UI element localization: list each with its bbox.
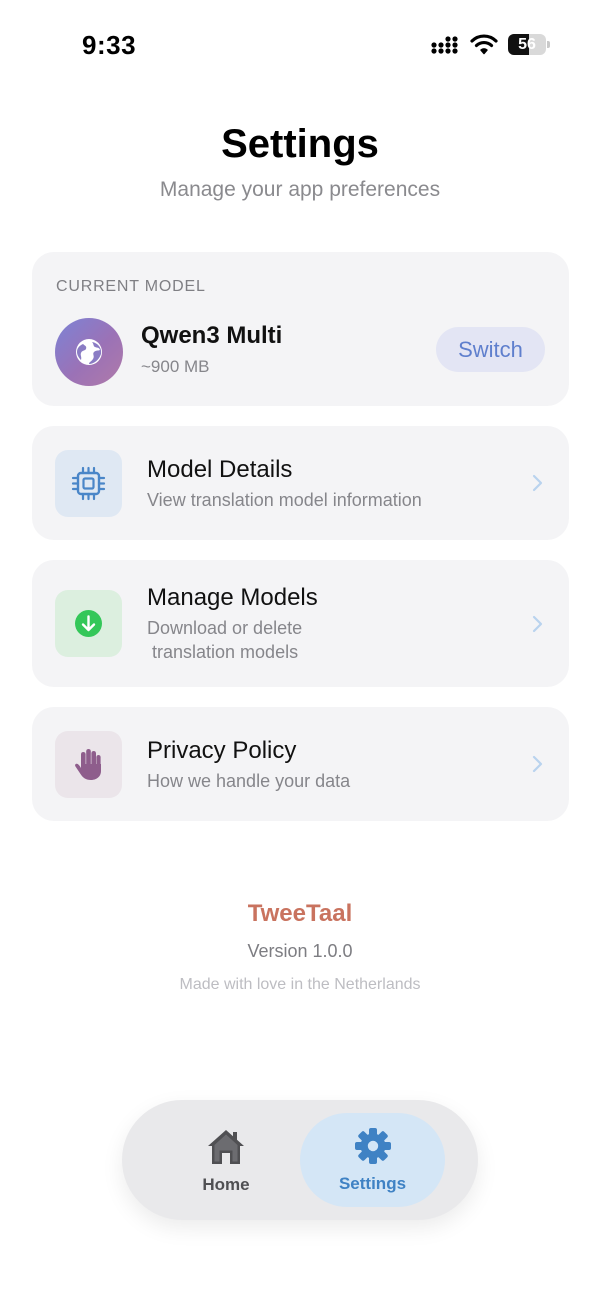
hand-icon — [75, 749, 101, 780]
manage-models-description: Download or delete translation models — [147, 618, 303, 662]
manage-models-tile — [55, 590, 122, 657]
app-version: Version 1.0.0 — [247, 941, 353, 961]
model-details-tile — [55, 450, 122, 517]
switch-model-button[interactable]: Switch — [436, 327, 545, 372]
current-model-label: CURRENT MODEL — [56, 278, 206, 295]
privacy-policy-tile — [55, 731, 122, 798]
model-details-description: View translation model information — [147, 490, 422, 510]
status-bar: 9:33 56 — [0, 0, 600, 90]
home-icon — [208, 1130, 244, 1164]
chevron-right-icon — [532, 615, 543, 633]
made-with-tagline: Made with love in the Netherlands — [179, 976, 421, 993]
gear-icon — [354, 1128, 391, 1164]
privacy-policy-title: Privacy Policy — [147, 737, 297, 764]
model-details-row[interactable]: Model Details View translation model inf… — [32, 426, 569, 540]
privacy-policy-description: How we handle your data — [147, 771, 351, 791]
battery-indicator: 56 — [508, 34, 550, 55]
chevron-right-icon — [532, 474, 543, 492]
tab-home-label: Home — [202, 1175, 250, 1194]
tab-bar: Home Settings — [122, 1100, 478, 1220]
download-icon — [75, 610, 102, 637]
current-model-card: CURRENT MODEL Qwen3 Multi ~900 MB Switch — [32, 252, 569, 406]
chevron-right-icon — [532, 755, 543, 773]
battery-level-text: 56 — [518, 36, 536, 53]
status-time: 9:33 — [82, 30, 137, 60]
model-avatar — [55, 318, 123, 386]
page-title: Settings — [221, 122, 379, 166]
tab-settings[interactable]: Settings — [300, 1113, 445, 1207]
model-name: Qwen3 Multi — [141, 322, 283, 349]
model-details-title: Model Details — [147, 456, 293, 483]
battery-body: 56 — [508, 34, 546, 55]
battery-cap — [547, 41, 550, 48]
page-subtitle: Manage your app preferences — [159, 178, 441, 201]
tab-settings-label: Settings — [338, 1174, 407, 1193]
model-size: ~900 MB — [141, 357, 210, 376]
manage-models-row[interactable]: Manage Models Download or delete transla… — [32, 560, 569, 687]
app-brand-name: TweeTaal — [247, 900, 353, 927]
manage-models-title: Manage Models — [147, 584, 318, 611]
cellular-signal-icon — [431, 36, 458, 54]
privacy-policy-row[interactable]: Privacy Policy How we handle your data — [32, 707, 569, 821]
chip-icon — [71, 466, 106, 501]
globe-icon — [76, 339, 102, 365]
wifi-icon — [470, 34, 498, 55]
tab-home[interactable]: Home — [172, 1114, 280, 1208]
settings-screen: 9:33 56 Settings Manage your app prefere… — [0, 0, 600, 1298]
